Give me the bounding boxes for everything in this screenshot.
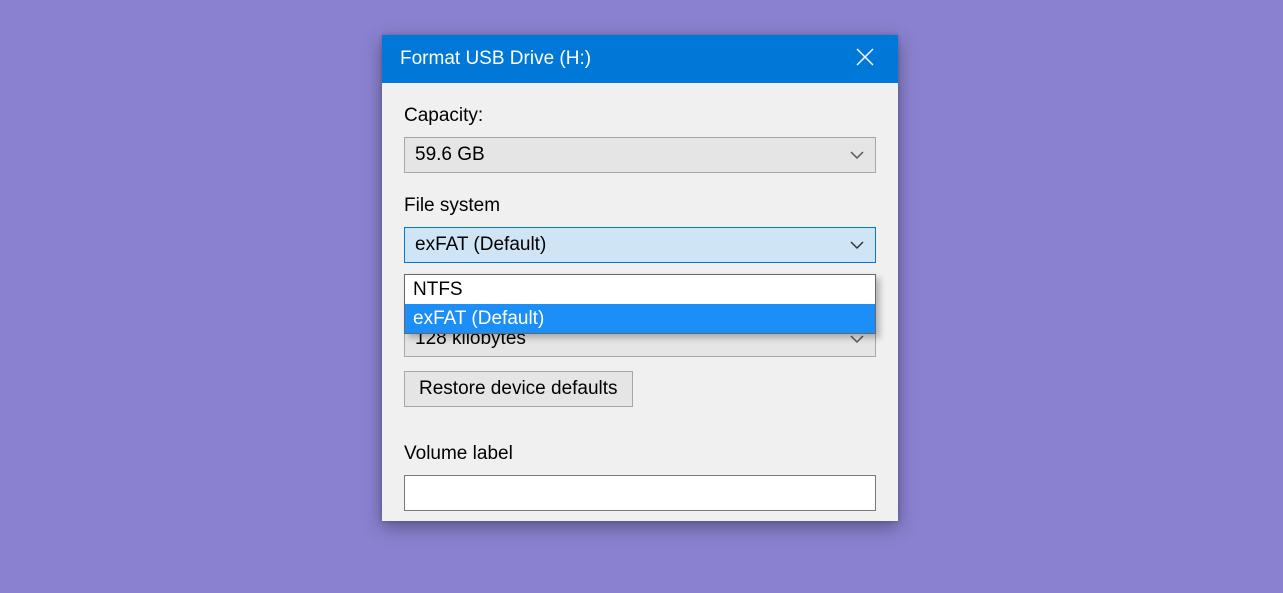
capacity-label: Capacity:: [404, 105, 876, 127]
format-dialog: Format USB Drive (H:) Capacity: 59.6 GB …: [382, 35, 898, 521]
dialog-title: Format USB Drive (H:): [400, 48, 591, 70]
volume-label-input[interactable]: [404, 475, 876, 511]
chevron-down-icon: [849, 144, 865, 166]
filesystem-select[interactable]: exFAT (Default): [404, 227, 876, 263]
dialog-body: Capacity: 59.6 GB File system exFAT (Def…: [382, 83, 898, 521]
filesystem-label: File system: [404, 195, 876, 217]
filesystem-value: exFAT (Default): [415, 234, 546, 256]
filesystem-option-exfat[interactable]: exFAT (Default): [405, 304, 875, 333]
close-button[interactable]: [832, 35, 898, 83]
close-icon: [856, 48, 874, 71]
capacity-value: 59.6 GB: [415, 144, 485, 166]
volume-label-label: Volume label: [404, 443, 876, 465]
restore-defaults-button[interactable]: Restore device defaults: [404, 371, 633, 407]
capacity-select[interactable]: 59.6 GB: [404, 137, 876, 173]
filesystem-option-ntfs[interactable]: NTFS: [405, 275, 875, 304]
filesystem-dropdown: NTFS exFAT (Default): [404, 274, 876, 334]
titlebar: Format USB Drive (H:): [382, 35, 898, 83]
chevron-down-icon: [849, 234, 865, 256]
